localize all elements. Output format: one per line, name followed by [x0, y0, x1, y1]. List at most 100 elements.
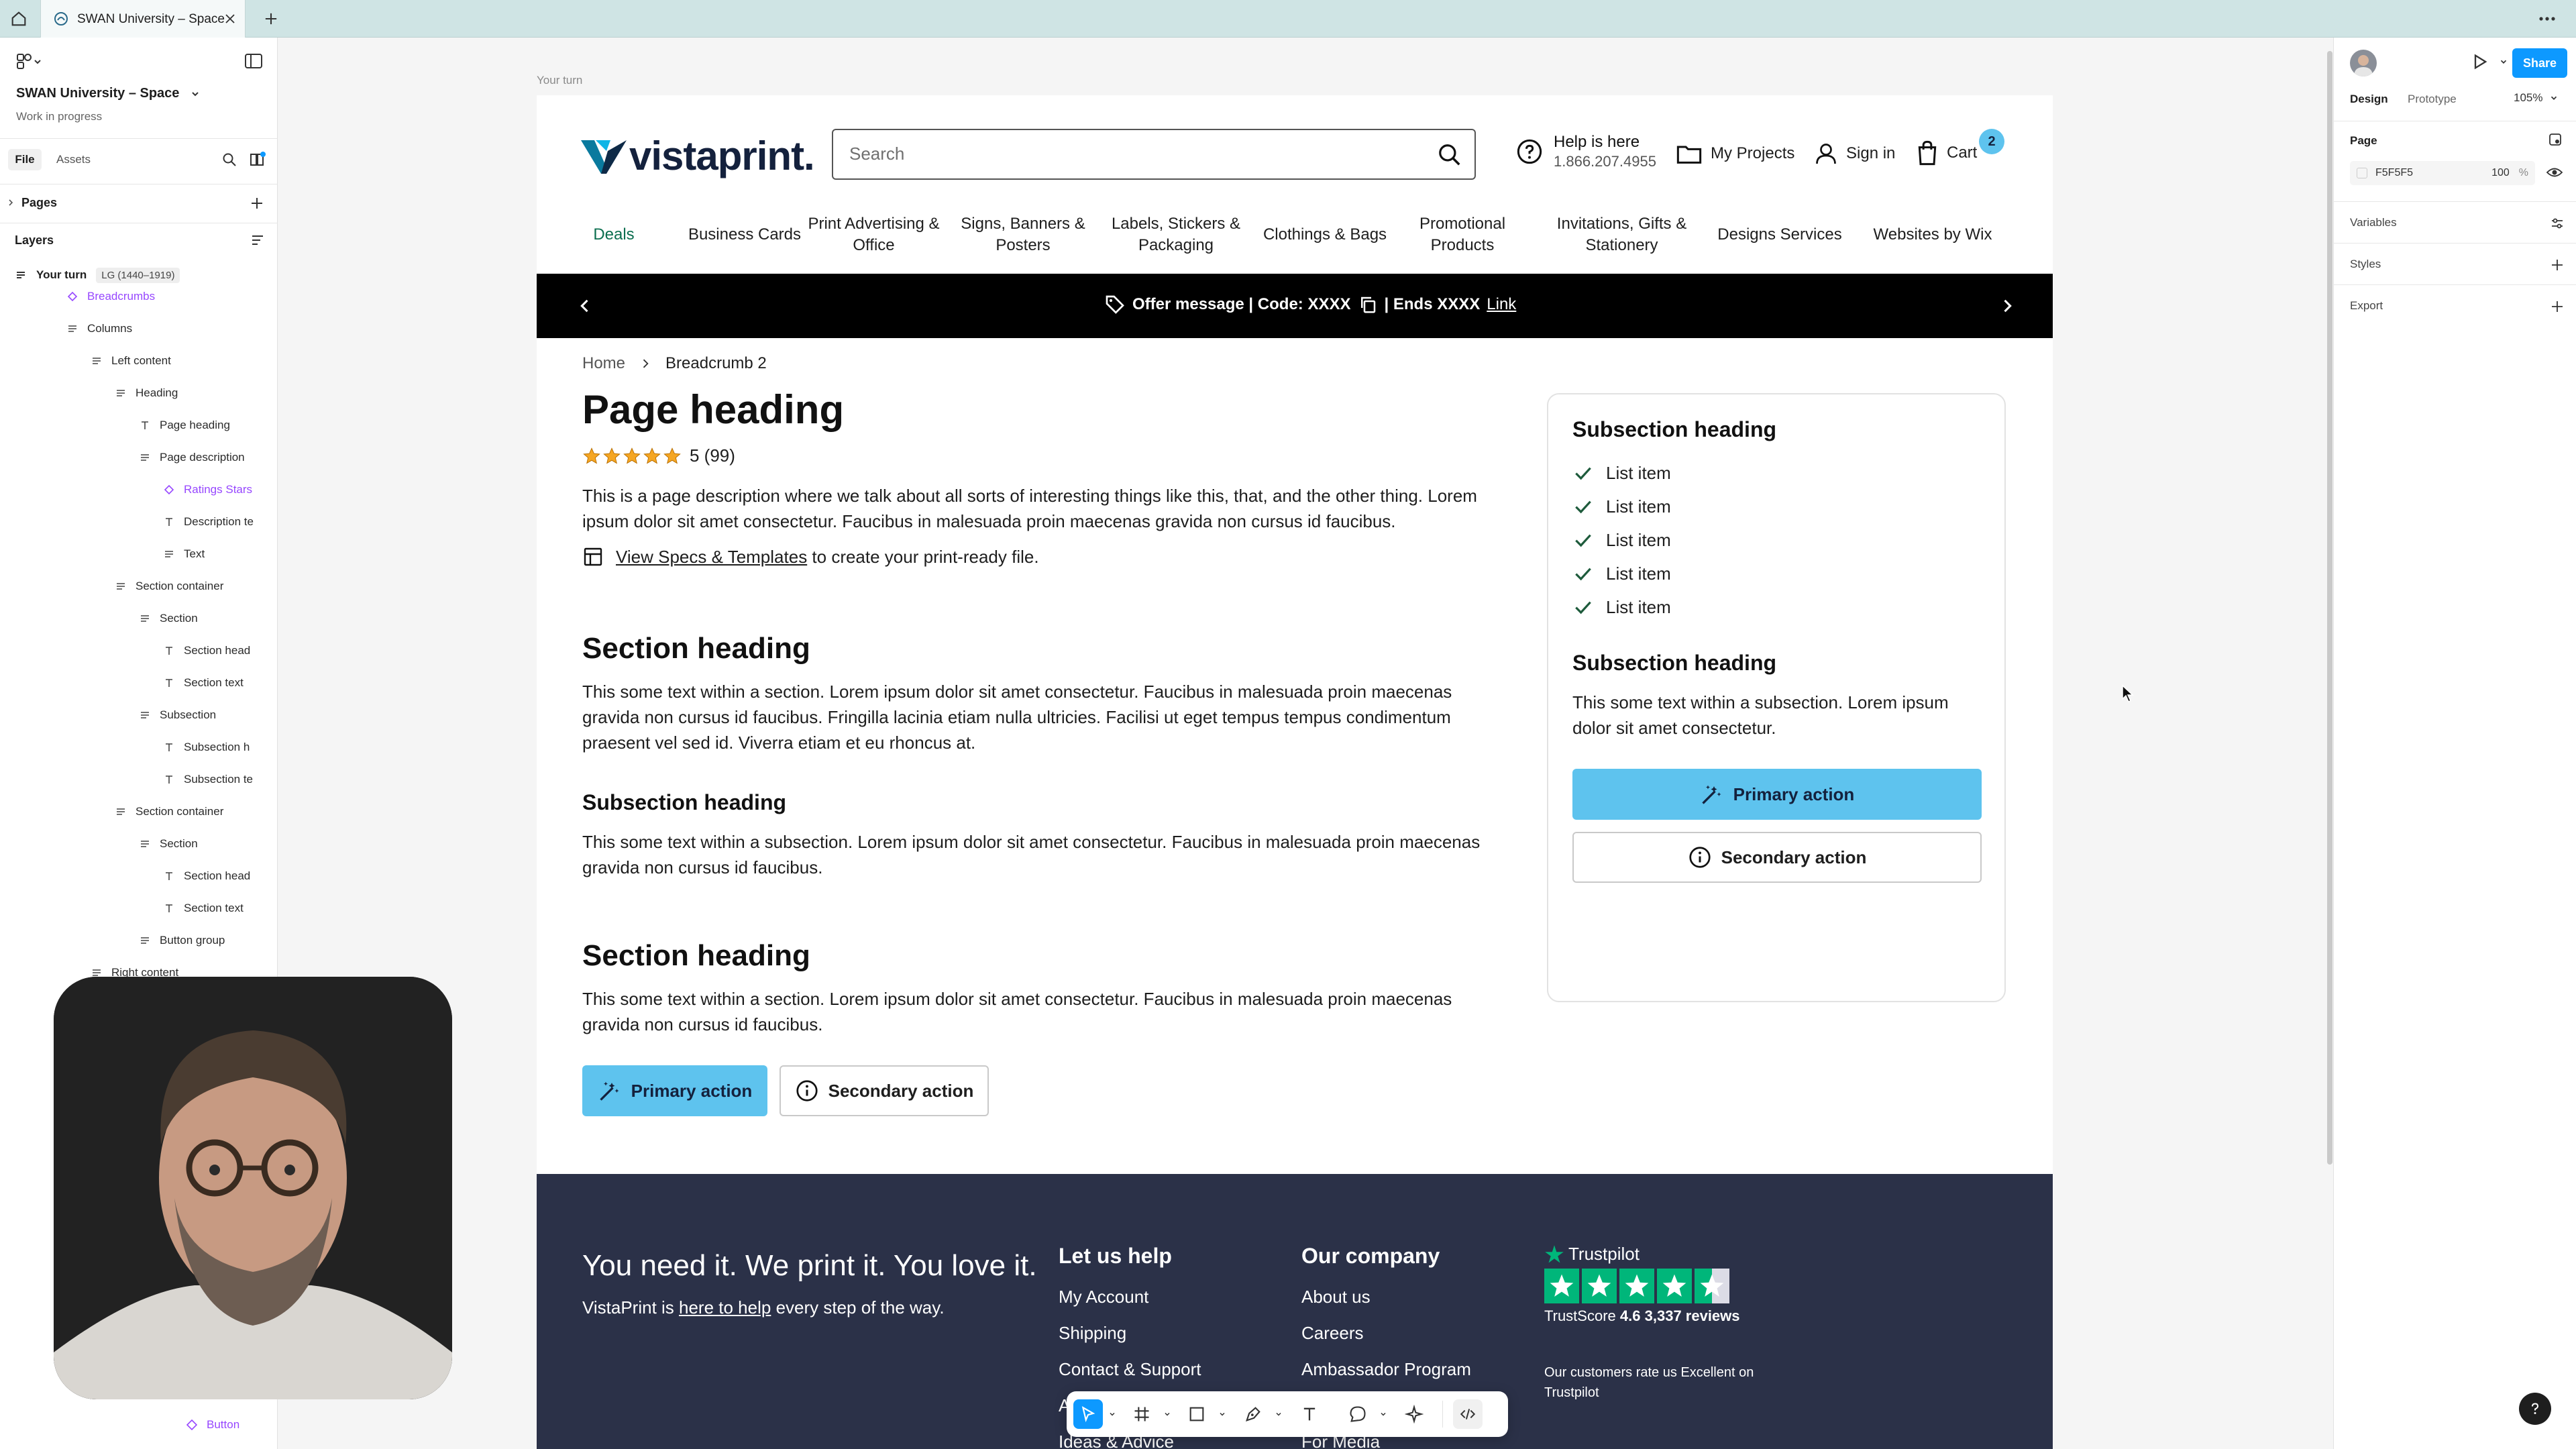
layer-row[interactable]: Ratings Stars [164, 476, 252, 503]
layer-row[interactable]: Page description [140, 444, 245, 471]
layer-row[interactable]: Section container [115, 573, 223, 600]
visibility-eye-icon[interactable] [2546, 165, 2563, 180]
vistaprint-logo[interactable]: vistaprint. [581, 133, 815, 179]
layer-row[interactable]: Columns [67, 315, 132, 342]
add-export-icon[interactable] [2550, 299, 2565, 314]
canvas-scrollbar[interactable] [2327, 51, 2332, 1165]
card-secondary-button[interactable]: Secondary action [1572, 832, 1982, 883]
text-tool-icon[interactable] [1300, 1405, 1319, 1424]
footer-link[interactable]: Careers [1301, 1315, 1471, 1351]
breadcrumb-home[interactable]: Home [582, 354, 625, 373]
library-icon[interactable] [248, 150, 267, 169]
nav-clothing-bags[interactable]: Clothings & Bags [1254, 208, 1395, 262]
promo-next-icon[interactable] [1998, 297, 2017, 315]
layer-row[interactable]: Section container [115, 798, 223, 825]
primary-action-button[interactable]: Primary action [582, 1065, 767, 1116]
footer-link[interactable]: Shipping [1059, 1315, 1201, 1351]
layers-filter-icon[interactable] [250, 232, 266, 248]
pen-tool-icon[interactable] [1244, 1405, 1263, 1424]
layer-row[interactable]: Subsection te [164, 766, 253, 793]
help-link[interactable]: here to help [679, 1297, 771, 1318]
layer-row[interactable]: Subsection [140, 702, 216, 729]
chevron-down-icon[interactable] [1275, 1410, 1283, 1418]
promo-prev-icon[interactable] [576, 297, 594, 315]
search-icon[interactable] [1437, 142, 1462, 168]
footer-link[interactable]: Ambassador Program [1301, 1351, 1471, 1387]
ratings-stars[interactable]: 5 (99) [582, 445, 735, 466]
tab-design[interactable]: Design [2350, 93, 2388, 106]
layer-row[interactable]: Section text [164, 669, 244, 696]
tab-prototype[interactable]: Prototype [2408, 93, 2457, 106]
local-styles-icon[interactable] [2547, 131, 2563, 148]
nav-print-advertising[interactable]: Print Advertising & Office [805, 208, 943, 262]
layer-row[interactable]: Page heading [140, 412, 230, 439]
file-name[interactable]: SWAN University – Space [16, 86, 201, 101]
layer-button[interactable]: Button [186, 1411, 239, 1438]
footer-link[interactable]: Contact & Support [1059, 1351, 1201, 1387]
secondary-action-button[interactable]: Secondary action [780, 1065, 989, 1116]
chevron-down-icon[interactable] [1108, 1410, 1116, 1418]
pages-header[interactable]: Pages [7, 189, 57, 216]
help-button[interactable] [2519, 1393, 2551, 1425]
page-fill-field[interactable]: F5F5F5 100 % [2350, 161, 2535, 185]
search-input[interactable]: Search [832, 129, 1476, 180]
search-icon[interactable] [221, 152, 237, 168]
avatar[interactable] [2350, 50, 2377, 76]
present-button[interactable] [2471, 52, 2508, 71]
help-contact[interactable]: Help is here 1.866.207.4955 [1516, 133, 1656, 170]
nav-deals[interactable]: Deals [577, 208, 651, 262]
new-tab-icon[interactable] [262, 9, 280, 28]
variables-settings-icon[interactable] [2550, 216, 2565, 231]
layer-row[interactable]: Section head [164, 863, 250, 890]
color-swatch[interactable] [2357, 168, 2367, 178]
layer-row[interactable]: Section head [164, 637, 250, 664]
dev-mode-button[interactable] [1453, 1399, 1483, 1429]
browser-tab[interactable]: SWAN University – Space [40, 0, 246, 38]
nav-business-cards[interactable]: Business Cards [678, 208, 812, 262]
layer-row[interactable]: Button group [140, 927, 225, 954]
nav-design-services[interactable]: Designs Services [1709, 208, 1850, 262]
styles-section[interactable]: Styles [2350, 258, 2381, 271]
tab-assets[interactable]: Assets [56, 153, 91, 166]
layer-row[interactable]: Heading [115, 380, 178, 407]
frame-tool-icon[interactable] [1132, 1405, 1151, 1424]
nav-labels-stickers[interactable]: Labels, Stickers & Packaging [1102, 208, 1250, 262]
variables-section[interactable]: Variables [2350, 216, 2397, 229]
layer-row[interactable]: Breadcrumbs [67, 283, 155, 310]
chevron-down-icon[interactable] [1379, 1410, 1387, 1418]
more-icon[interactable] [2537, 9, 2557, 28]
layer-row[interactable]: Section [140, 830, 198, 857]
card-primary-button[interactable]: Primary action [1572, 769, 1982, 820]
comment-tool-icon[interactable] [1348, 1405, 1367, 1424]
rectangle-tool-icon[interactable] [1187, 1405, 1206, 1424]
frame-label[interactable]: Your turn [537, 74, 582, 87]
footer-link[interactable]: My Account [1059, 1279, 1201, 1315]
add-page-icon[interactable] [250, 196, 264, 211]
copy-icon[interactable] [1358, 294, 1378, 315]
trustpilot-widget[interactable]: Trustpilot TrustScore 4.6 3,337 reviews … [1544, 1244, 1772, 1403]
zoom-control[interactable]: 105% [2514, 91, 2559, 105]
layer-row[interactable]: Left content [91, 347, 171, 374]
nav-promotional-products[interactable]: Promotional Products [1409, 208, 1516, 262]
promo-link[interactable]: Link [1487, 295, 1516, 314]
nav-invitations[interactable]: Invitations, Gifts & Stationery [1546, 208, 1697, 262]
layer-row[interactable]: Section [140, 605, 198, 632]
nav-signs-banners[interactable]: Signs, Banners & Posters [956, 208, 1090, 262]
chevron-down-icon[interactable] [1163, 1410, 1171, 1418]
nav-websites-wix[interactable]: Websites by Wix [1862, 208, 2003, 262]
specs-link[interactable]: View Specs & Templates [616, 547, 807, 567]
my-projects-link[interactable]: My Projects [1676, 142, 1794, 165]
actions-ai-icon[interactable] [1405, 1405, 1424, 1424]
footer-link[interactable]: About us [1301, 1279, 1471, 1315]
move-tool-button[interactable] [1073, 1399, 1103, 1429]
layer-row[interactable]: Section text [164, 895, 244, 922]
chevron-down-icon[interactable] [1218, 1410, 1226, 1418]
layer-row[interactable]: Text [164, 541, 205, 568]
close-tab-icon[interactable] [222, 11, 238, 27]
cart-link[interactable]: Cart [1916, 140, 1977, 166]
home-icon[interactable] [9, 9, 28, 28]
figma-menu-icon[interactable] [16, 52, 43, 71]
tab-file[interactable]: File [8, 149, 42, 170]
layer-row[interactable]: Subsection h [164, 734, 250, 761]
export-section[interactable]: Export [2350, 299, 2383, 313]
